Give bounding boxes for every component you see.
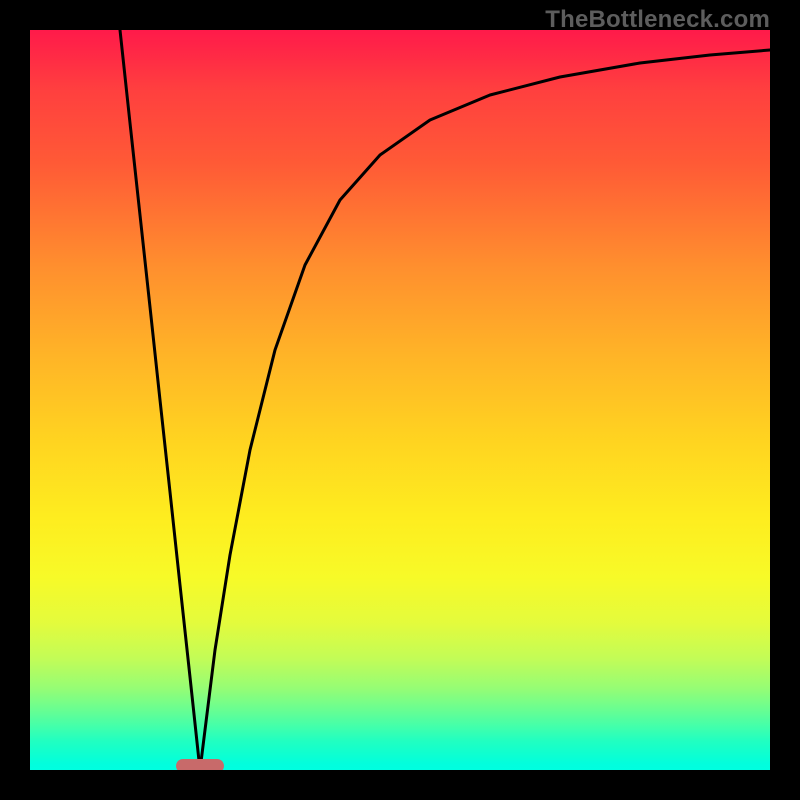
curve-left-branch (120, 30, 200, 770)
chart-frame: TheBottleneck.com (0, 0, 800, 800)
curve-layer (30, 30, 770, 770)
bottleneck-marker (176, 759, 224, 770)
curve-right-branch (200, 50, 770, 770)
plot-area (30, 30, 770, 770)
